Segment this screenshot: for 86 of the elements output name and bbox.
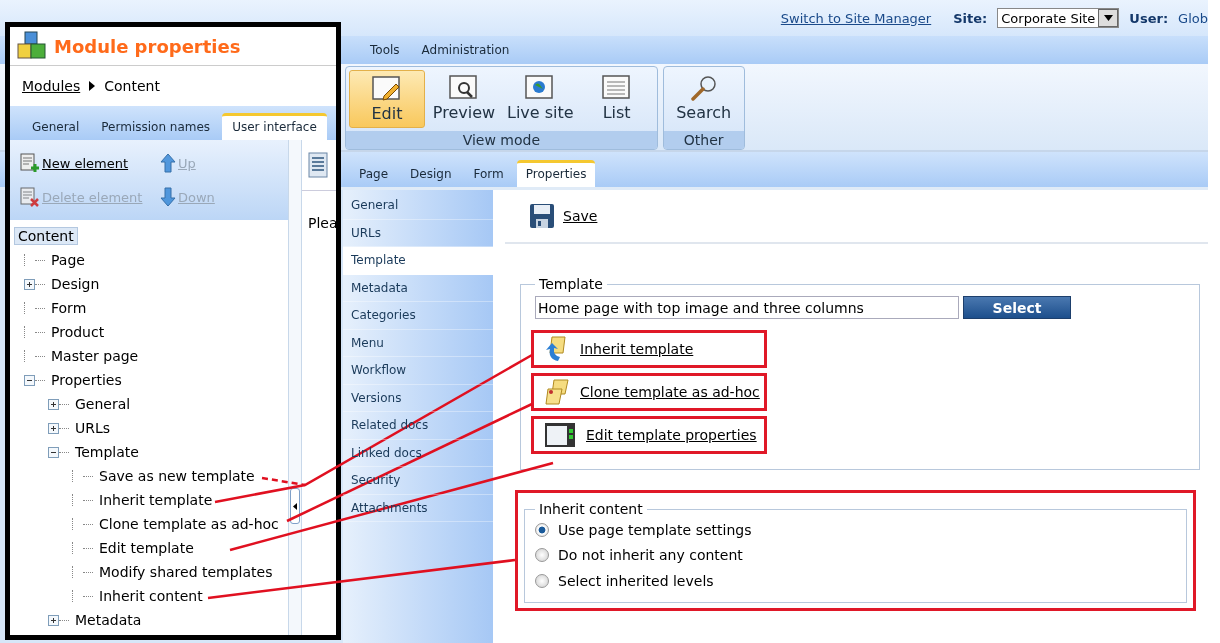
tree-item[interactable]: Inherit content	[96, 588, 206, 604]
side-menu-item[interactable]: Metadata	[343, 274, 493, 302]
site-select[interactable]: Corporate Site	[997, 8, 1120, 28]
side-menu-item[interactable]: Workflow	[343, 357, 493, 385]
preview-text: Plea	[307, 214, 336, 231]
delete-element-icon	[20, 187, 40, 207]
down-arrow-icon	[160, 187, 176, 207]
side-menu-item[interactable]: Categories	[343, 302, 493, 330]
breadcrumb-arrow-icon	[89, 81, 96, 91]
tab[interactable]: Properties	[516, 160, 596, 187]
site-label: Site:	[953, 10, 988, 26]
template-action-link[interactable]: Edit template properties	[586, 427, 757, 443]
magnifier-window-icon	[449, 74, 479, 101]
breadcrumb-link[interactable]: Modules	[22, 78, 81, 94]
expand-icon[interactable]	[48, 398, 59, 410]
form-icon	[308, 152, 328, 178]
tree-item[interactable]: Edit template	[96, 540, 197, 556]
tab[interactable]: Form	[464, 161, 513, 187]
template-name-field[interactable]: Home page with top image and three columns	[535, 296, 959, 319]
tree-item[interactable]: Clone template as ad-hoc	[96, 516, 282, 532]
user-name: Glob	[1178, 10, 1208, 26]
ribbon-group-label: Other	[663, 131, 744, 149]
tree-item[interactable]: Form	[48, 300, 90, 316]
template-window-icon	[544, 422, 576, 448]
cubes-icon	[16, 31, 48, 61]
edit-icon	[372, 75, 402, 102]
side-menu-item[interactable]: Versions	[343, 384, 493, 412]
globe-window-icon	[525, 74, 556, 101]
tree-item[interactable]: Inherit template	[96, 492, 216, 508]
tree-item[interactable]: URLs	[72, 420, 114, 436]
radio-option[interactable]: Do not inherit any content	[535, 542, 1176, 568]
radio-option[interactable]: Select inherited levels	[535, 568, 1176, 594]
save-button[interactable]: Save	[529, 203, 598, 229]
tree-item[interactable]: Metadata	[72, 612, 145, 628]
tree-item[interactable]: Design	[48, 276, 103, 292]
search-icon	[688, 74, 719, 101]
collapse-icon[interactable]	[48, 446, 59, 458]
toolbar-button[interactable]: New element	[20, 153, 160, 173]
panel-title: Module properties	[54, 35, 241, 57]
tree-item[interactable]: General	[72, 396, 134, 412]
ribbon-group-label: View mode	[346, 131, 657, 149]
tree-item[interactable]: Page	[48, 252, 88, 268]
tab[interactable]: Permission names	[91, 114, 221, 140]
collapse-icon[interactable]	[24, 374, 35, 386]
nav-item[interactable]: Administration	[421, 43, 510, 57]
up-arrow-icon	[160, 153, 176, 173]
collapse-handle[interactable]	[290, 488, 300, 524]
fieldset-legend: Template	[535, 276, 607, 292]
switch-site-manager-link[interactable]: Switch to Site Manager	[780, 10, 932, 26]
ribbon-button[interactable]: List	[579, 70, 654, 126]
tree-item[interactable]: Master page	[48, 348, 142, 364]
tree-item[interactable]: Save as new template	[96, 468, 258, 484]
breadcrumb-current: Content	[104, 78, 160, 94]
ribbon-button[interactable]: Live site	[503, 70, 578, 126]
expand-icon[interactable]	[24, 278, 35, 290]
dropdown-arrow-icon	[1103, 15, 1113, 21]
new-element-icon	[20, 153, 40, 173]
tab[interactable]: User interface	[222, 113, 327, 140]
side-menu-item[interactable]: Template	[343, 247, 493, 275]
template-action-link[interactable]: Clone template as ad-hoc	[580, 384, 760, 400]
tree-item[interactable]: Product	[48, 324, 108, 340]
tab[interactable]: General	[22, 114, 90, 140]
tree-item[interactable]: Content	[14, 227, 78, 245]
ribbon-button[interactable]: Preview	[427, 70, 501, 126]
radio-button[interactable]	[535, 573, 549, 588]
expand-icon[interactable]	[48, 422, 59, 434]
tab[interactable]: Design	[401, 161, 461, 187]
select-button[interactable]: Select	[963, 296, 1071, 319]
tree-item[interactable]: Template	[72, 444, 142, 460]
side-menu-item[interactable]: General	[343, 192, 493, 220]
side-menu-item[interactable]: Menu	[343, 329, 493, 357]
ribbon-button[interactable]: Edit	[349, 70, 425, 128]
radio-button[interactable]	[535, 522, 549, 537]
radio-option[interactable]: Use page template settings	[535, 517, 1176, 543]
documents-icon	[544, 378, 570, 406]
tree-item[interactable]: Modify shared templates	[96, 564, 276, 580]
expand-icon[interactable]	[48, 614, 59, 626]
fieldset-legend: Inherit content	[535, 501, 647, 517]
nav-item[interactable]: Tools	[370, 43, 400, 57]
user-label: User:	[1129, 10, 1169, 26]
template-action-link[interactable]: Inherit template	[580, 341, 694, 357]
tab[interactable]: Page	[350, 161, 398, 187]
ribbon-button[interactable]: Search	[666, 70, 741, 126]
radio-button[interactable]	[535, 548, 549, 563]
list-icon	[601, 74, 632, 101]
tree-item[interactable]: Properties	[48, 372, 125, 388]
